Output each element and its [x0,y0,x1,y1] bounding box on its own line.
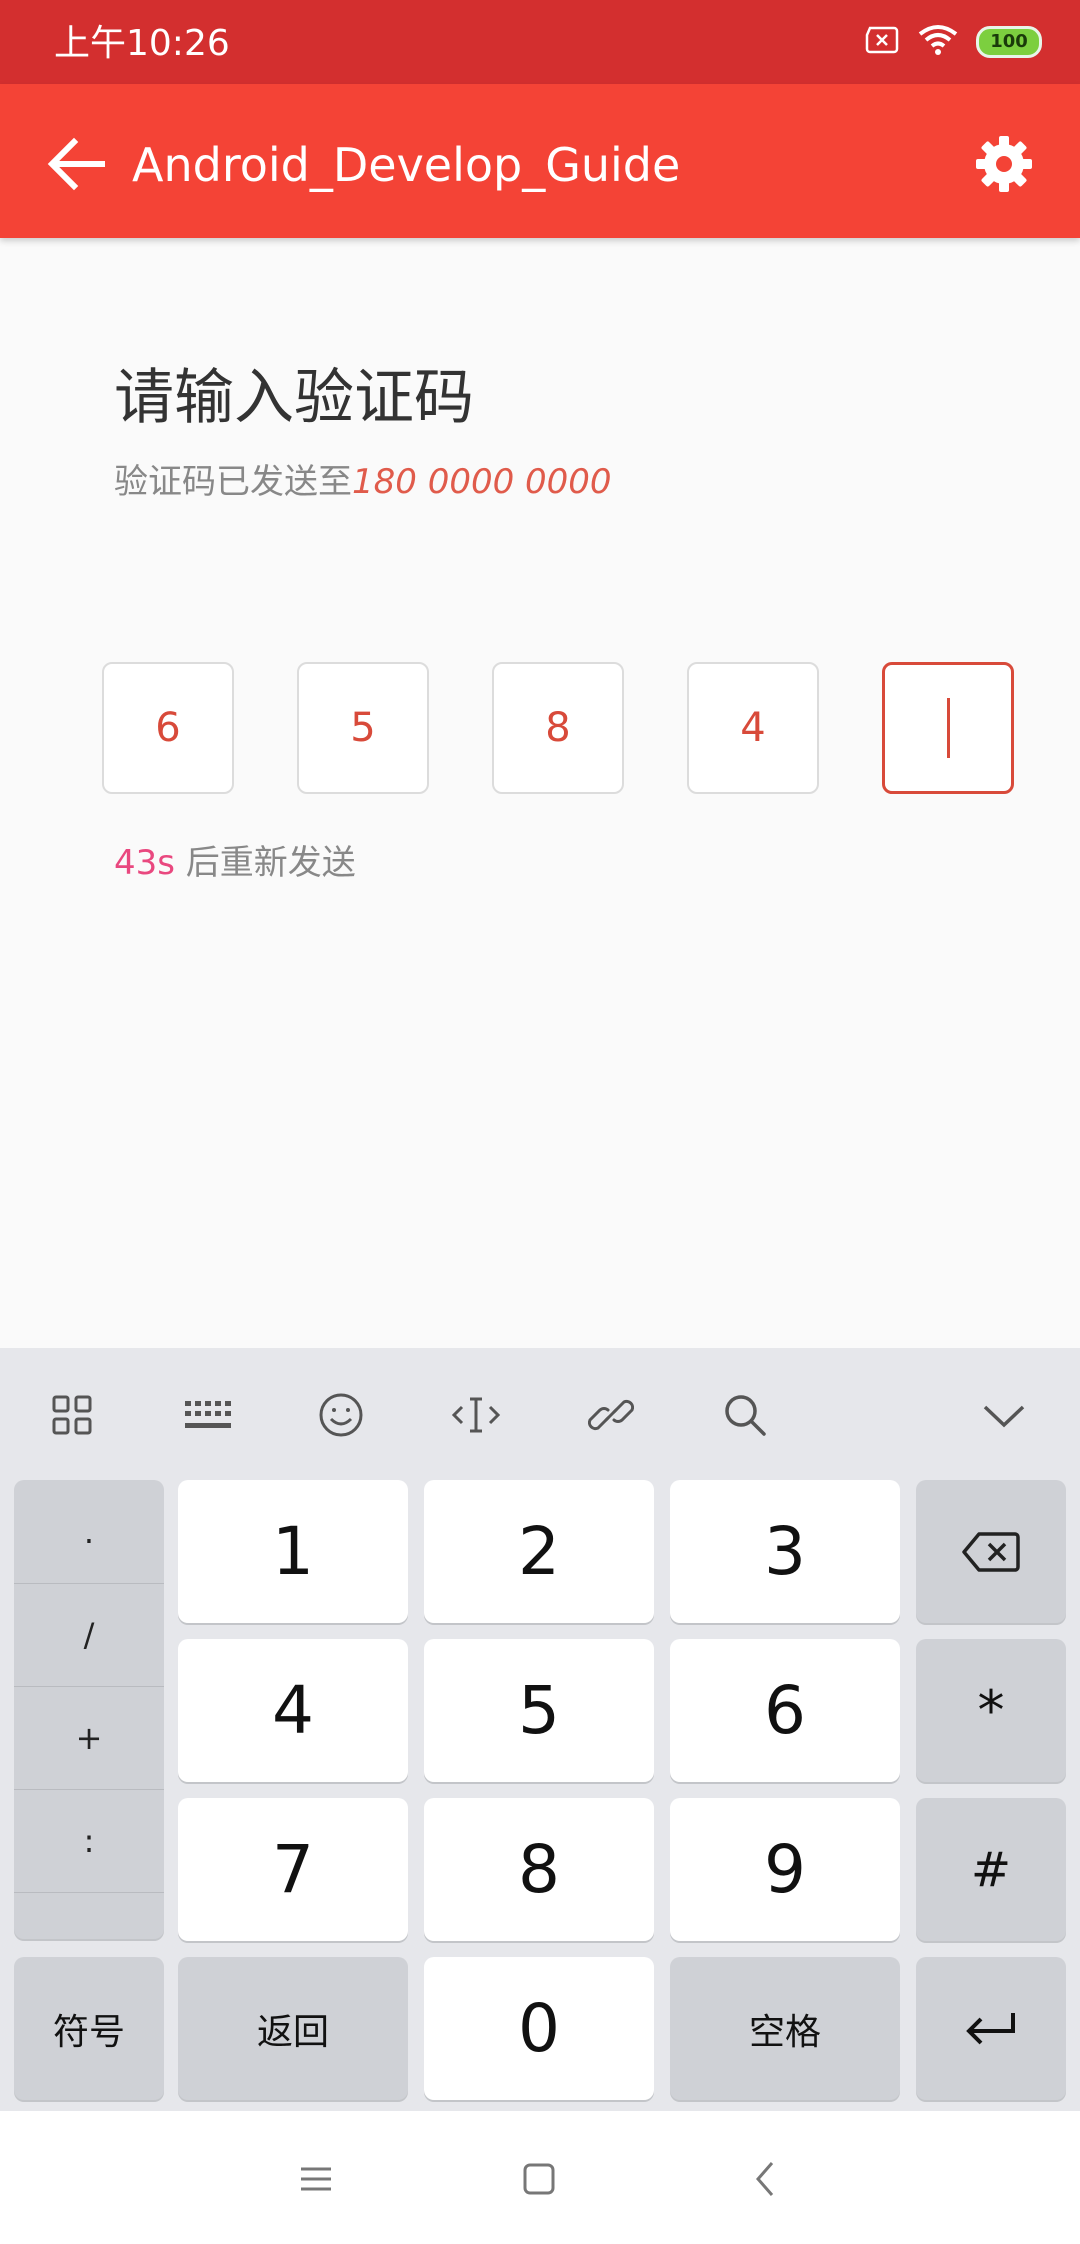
key-6[interactable]: 6 [670,1639,900,1782]
key-5[interactable]: 5 [424,1639,654,1782]
key-2[interactable]: 2 [424,1480,654,1623]
sent-to-text: 验证码已发送至180 0000 0000 [114,458,612,506]
search-icon[interactable] [715,1385,775,1445]
home-square-icon [523,2163,555,2195]
back-button[interactable] [36,124,116,204]
status-icons: 100 [864,20,1042,64]
enter-icon [966,2012,1015,2044]
page-title: 请输入验证码 [114,363,474,433]
navigation-bar [0,2111,1080,2244]
back-nav-button[interactable] [734,2147,798,2211]
countdown: 43s [114,843,175,883]
keyboard: . / + : 1 2 3 4 5 6 * 7 8 9 # 符号 返回 0 空格 [0,1348,1080,2111]
symbol-list: . / + : [14,1480,164,1939]
grid-icon[interactable] [42,1385,102,1445]
status-time: 上午10:26 [54,23,230,64]
hash-key[interactable]: # [916,1798,1066,1941]
symbol-key-plus[interactable]: + [14,1686,164,1790]
symbol-key-colon[interactable]: : [14,1789,164,1893]
resend-label: 后重新发送 [174,843,356,883]
enter-key[interactable] [916,1957,1066,2100]
phone-number: 180 0000 0000 [352,462,612,502]
menu-button[interactable] [284,2147,348,2211]
menu-icon [301,2167,331,2191]
battery-icon: 100 [976,26,1042,58]
code-box-3[interactable]: 8 [492,662,624,794]
code-box-4[interactable]: 4 [687,662,819,794]
key-9[interactable]: 9 [670,1798,900,1941]
sim-missing-icon [864,26,900,58]
resend-text: 43s 后重新发送 [114,840,356,886]
chevron-down-icon[interactable] [974,1385,1034,1445]
keyboard-icon[interactable] [177,1385,237,1445]
backspace-icon [962,1531,1020,1572]
key-1[interactable]: 1 [178,1480,408,1623]
space-key[interactable]: 空格 [670,1957,900,2100]
wifi-icon [918,24,958,60]
code-box-1[interactable]: 6 [102,662,234,794]
settings-button[interactable] [964,124,1044,204]
symbol-key-period[interactable]: . [14,1480,164,1584]
key-8[interactable]: 8 [424,1798,654,1941]
sent-to-label: 验证码已发送至 [114,462,352,502]
cursor-move-icon[interactable] [446,1385,506,1445]
symbol-key-slash[interactable]: / [14,1583,164,1687]
backspace-key[interactable] [916,1480,1066,1623]
key-0[interactable]: 0 [424,1957,654,2100]
key-3[interactable]: 3 [670,1480,900,1623]
chevron-left-icon [756,2162,774,2196]
code-box-5[interactable] [882,662,1014,794]
back-key[interactable]: 返回 [178,1957,408,2100]
key-4[interactable]: 4 [178,1639,408,1782]
status-bar: 上午10:26 100 [0,0,1080,84]
keyboard-toolbar [0,1348,1080,1478]
emoji-icon[interactable] [311,1385,371,1445]
text-cursor [946,698,950,758]
star-key[interactable]: * [916,1639,1066,1782]
link-icon[interactable] [581,1385,641,1445]
toolbar-title: Android_Develop_Guide [132,138,681,192]
code-box-2[interactable]: 5 [297,662,429,794]
symbols-key[interactable]: 符号 [14,1957,164,2100]
gear-icon [976,136,1032,192]
app-toolbar: Android_Develop_Guide [0,84,1080,238]
key-7[interactable]: 7 [178,1798,408,1941]
arrow-back-icon [47,137,105,191]
home-button[interactable] [507,2147,571,2211]
